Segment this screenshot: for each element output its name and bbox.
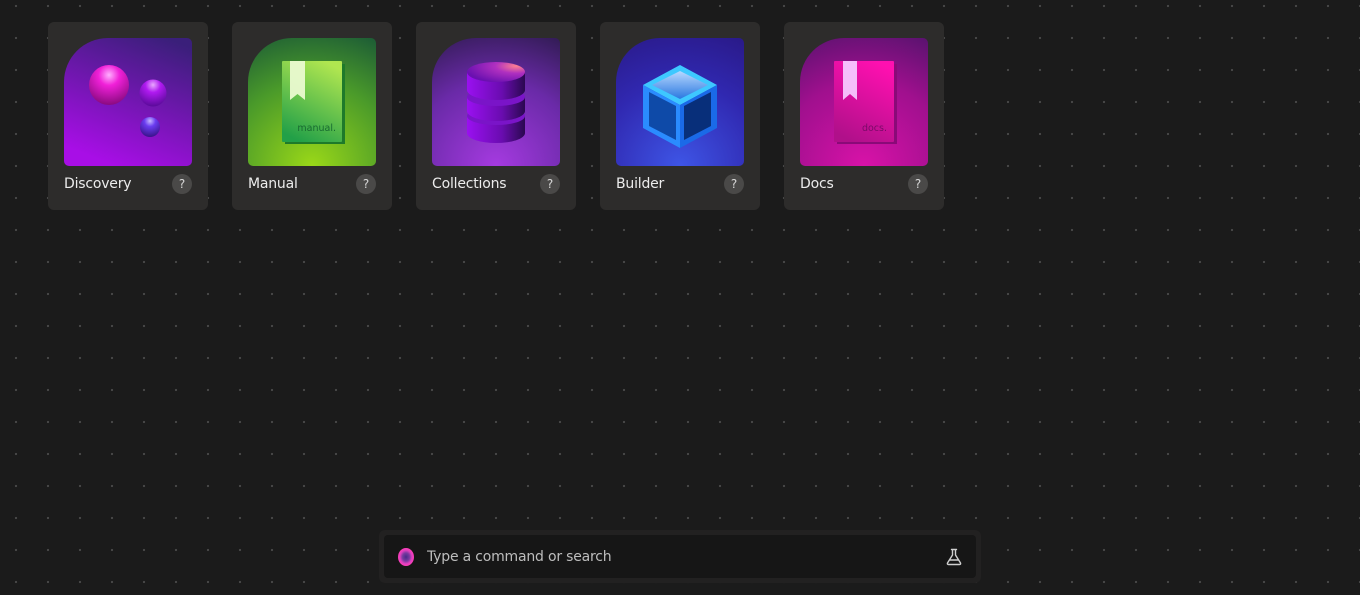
help-button[interactable]: ? bbox=[540, 174, 560, 194]
card-label: Manual bbox=[248, 176, 298, 192]
app-logo-icon[interactable] bbox=[397, 547, 415, 566]
command-bar bbox=[379, 530, 981, 583]
command-search-input[interactable] bbox=[425, 547, 944, 566]
card-manual[interactable]: manual. Manual ? bbox=[232, 22, 392, 210]
app-cards: Discovery ? manual. Manual ? Collections… bbox=[48, 22, 944, 210]
flask-icon[interactable] bbox=[944, 547, 964, 567]
database-icon bbox=[432, 38, 560, 166]
card-discovery[interactable]: Discovery ? bbox=[48, 22, 208, 210]
bubbles-icon bbox=[64, 38, 192, 166]
book-text: docs. bbox=[862, 123, 887, 134]
command-bar-inner bbox=[384, 535, 976, 578]
help-button[interactable]: ? bbox=[724, 174, 744, 194]
card-label: Collections bbox=[432, 176, 507, 192]
help-button[interactable]: ? bbox=[908, 174, 928, 194]
cube-icon bbox=[616, 38, 744, 166]
docs-book-icon: docs. bbox=[800, 38, 928, 166]
builder-thumbnail bbox=[616, 38, 744, 166]
docs-thumbnail: docs. bbox=[800, 38, 928, 166]
card-label: Builder bbox=[616, 176, 665, 192]
card-label: Discovery bbox=[64, 176, 132, 192]
help-button[interactable]: ? bbox=[356, 174, 376, 194]
card-label: Docs bbox=[800, 176, 834, 192]
help-button[interactable]: ? bbox=[172, 174, 192, 194]
discovery-thumbnail bbox=[64, 38, 192, 166]
card-docs[interactable]: docs. Docs ? bbox=[784, 22, 944, 210]
card-collections[interactable]: Collections ? bbox=[416, 22, 576, 210]
card-builder[interactable]: Builder ? bbox=[600, 22, 760, 210]
collections-thumbnail bbox=[432, 38, 560, 166]
book-text: manual. bbox=[297, 123, 336, 134]
manual-thumbnail: manual. bbox=[248, 38, 376, 166]
manual-book-icon: manual. bbox=[248, 38, 376, 166]
